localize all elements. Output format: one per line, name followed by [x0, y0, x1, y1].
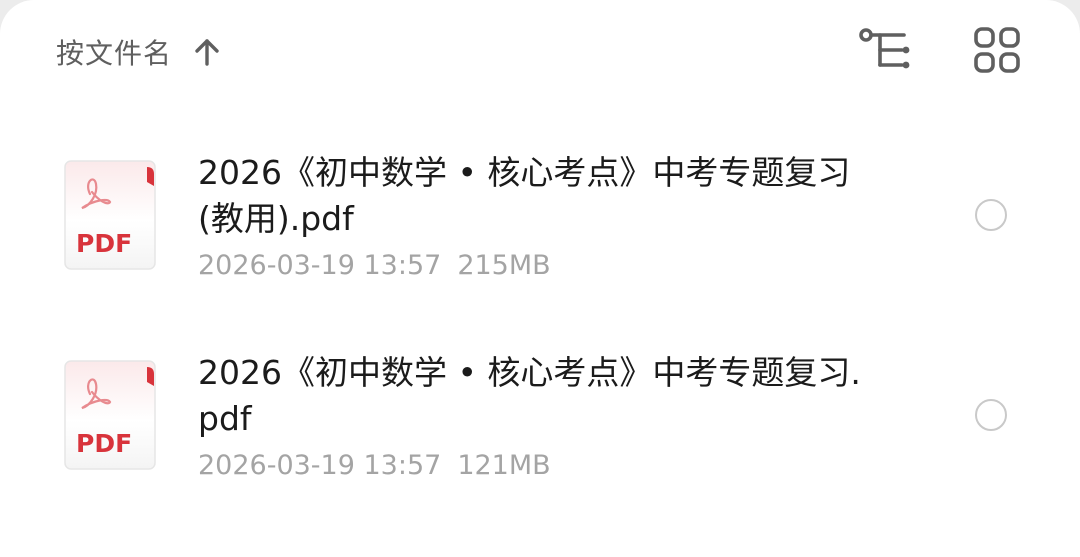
file-list-panel: 按文件名 PDF 2026《初中数学 • 核心考点》中考专题复习(教用).pdf…: [0, 0, 1080, 557]
file-size: 121MB: [457, 450, 551, 481]
file-name: 2026《初中数学 • 核心考点》中考专题复习(教用).pdf: [198, 153, 851, 238]
file-meta: 2026-03-19 13:57 121MB: [198, 446, 551, 486]
grid-view-button[interactable]: [969, 24, 1025, 80]
pdf-file-icon: PDF: [64, 360, 156, 470]
tree-view-button[interactable]: [858, 24, 914, 80]
select-radio[interactable]: [975, 399, 1007, 431]
file-item[interactable]: PDF 2026《初中数学 • 核心考点》中考专题复习.pdf 2026-03-…: [0, 300, 1080, 500]
pdf-file-icon: PDF: [64, 160, 156, 270]
svg-text:PDF: PDF: [76, 229, 132, 258]
sort-label: 按文件名: [56, 37, 173, 70]
list-toolbar: 按文件名: [0, 0, 1080, 100]
arrow-up-icon: [192, 37, 222, 67]
sort-by-name-button[interactable]: 按文件名: [56, 30, 222, 74]
file-meta: 2026-03-19 13:57 215MB: [198, 246, 551, 286]
tree-view-icon: [858, 22, 914, 82]
file-name: 2026《初中数学 • 核心考点》中考专题复习.pdf: [198, 353, 861, 438]
file-date: 2026-03-19 13:57: [198, 450, 442, 481]
file-date: 2026-03-19 13:57: [198, 250, 442, 281]
svg-text:PDF: PDF: [76, 429, 132, 458]
file-list: PDF 2026《初中数学 • 核心考点》中考专题复习(教用).pdf 2026…: [0, 100, 1080, 500]
file-size: 215MB: [457, 250, 551, 281]
grid-view-icon: [969, 22, 1025, 82]
select-radio[interactable]: [975, 199, 1007, 231]
file-item[interactable]: PDF 2026《初中数学 • 核心考点》中考专题复习(教用).pdf 2026…: [0, 100, 1080, 300]
